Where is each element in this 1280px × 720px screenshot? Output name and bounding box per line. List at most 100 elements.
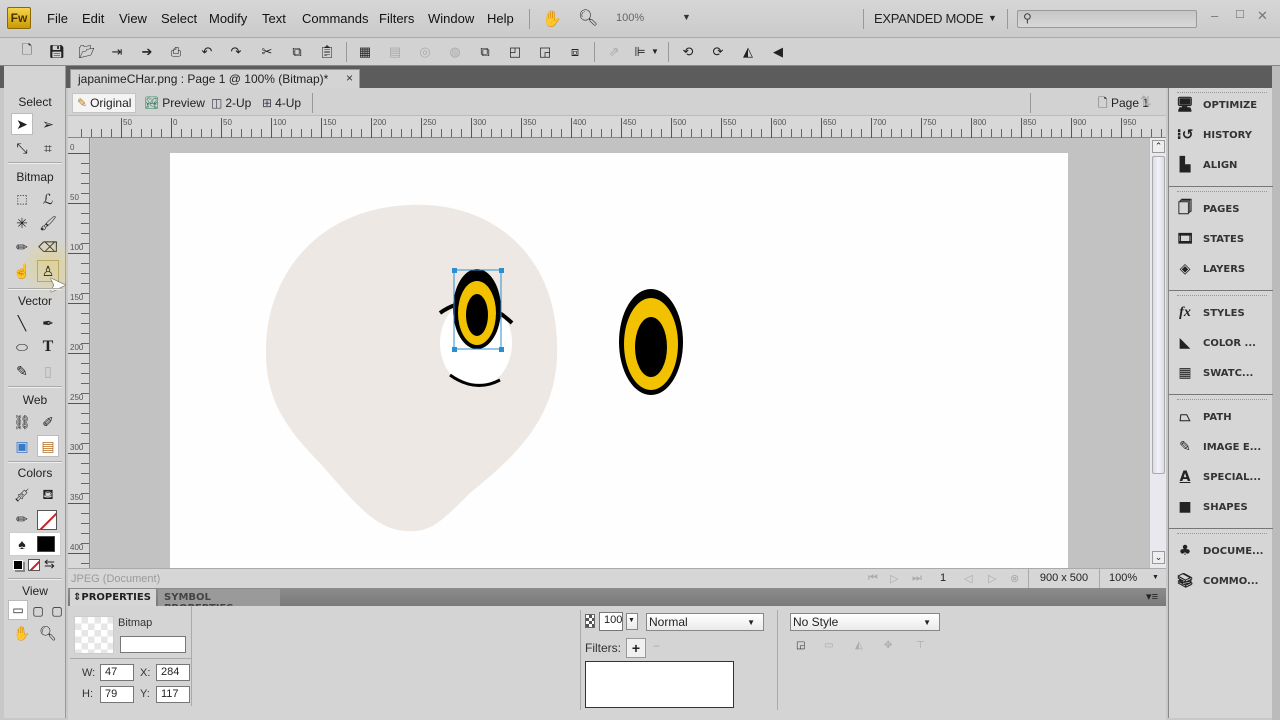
- canvas-size[interactable]: 900 x 500: [1028, 569, 1100, 588]
- scroll-thumb[interactable]: [1152, 156, 1165, 474]
- new-style-icon[interactable]: ◲: [796, 640, 805, 651]
- y-input[interactable]: 117: [156, 686, 190, 703]
- document-canvas[interactable]: [170, 153, 1068, 568]
- hotspot-tool-icon[interactable]: ⛓: [11, 411, 33, 433]
- next-frame-icon[interactable]: ▷: [988, 572, 996, 585]
- open-icon[interactable]: 📂︎: [77, 42, 97, 62]
- tab-original[interactable]: ✎ Original: [72, 93, 137, 113]
- bring-to-front-icon[interactable]: ⧉: [475, 42, 495, 62]
- panel-menu-icon[interactable]: ▾≡: [1146, 590, 1158, 603]
- filters-list[interactable]: [585, 661, 734, 708]
- menu-commands[interactable]: Commands: [302, 11, 368, 26]
- paint-bucket-tool-icon[interactable]: ⛾: [37, 484, 59, 506]
- text-tool-icon[interactable]: T: [37, 336, 59, 358]
- menu-view[interactable]: View: [119, 11, 147, 26]
- scale-tool-icon[interactable]: ⤡: [11, 137, 33, 159]
- menu-edit[interactable]: Edit: [82, 11, 104, 26]
- scroll-up-icon[interactable]: ⌃: [1152, 140, 1165, 153]
- panel-image-editing[interactable]: ✎ IMAGE E...: [1175, 436, 1271, 458]
- flip-horizontal-icon[interactable]: ◭: [738, 42, 758, 62]
- brush-tool-icon[interactable]: 🖌︎: [37, 212, 59, 234]
- menu-text[interactable]: Text: [262, 11, 286, 26]
- vertical-scrollbar[interactable]: ⌃ ⌄: [1149, 138, 1166, 568]
- align-disabled-icon[interactable]: ⇗: [604, 42, 624, 62]
- export-icon[interactable]: ➔: [137, 42, 157, 62]
- previous-frame-icon[interactable]: ◁: [964, 572, 972, 585]
- tab-2up[interactable]: ◫ 2-Up: [207, 93, 255, 113]
- new-icon[interactable]: 🗋: [17, 42, 37, 62]
- copy-icon[interactable]: ⧉: [287, 42, 307, 62]
- play-icon[interactable]: ▷: [890, 572, 898, 585]
- subselection-tool-icon[interactable]: ➢: [37, 113, 59, 135]
- menu-file[interactable]: File: [47, 11, 68, 26]
- show-slices-icon[interactable]: ▤: [37, 435, 59, 457]
- panel-align[interactable]: ▙ ALIGN: [1175, 154, 1271, 176]
- default-colors-icon[interactable]: [13, 560, 23, 570]
- menu-modify[interactable]: Modify: [209, 11, 247, 26]
- hand-tool-icon[interactable]: ✋: [11, 622, 33, 644]
- undo-icon[interactable]: ↶: [197, 42, 217, 62]
- panel-swatches[interactable]: ▦ SWATC...: [1175, 362, 1271, 384]
- cut-icon[interactable]: ✂: [257, 42, 277, 62]
- align-dropdown-icon[interactable]: ▼: [651, 47, 659, 56]
- crop-tool-icon[interactable]: ⌗: [37, 137, 59, 159]
- width-input[interactable]: 47: [100, 664, 134, 681]
- zoom-dropdown[interactable]: 100% ▼: [1104, 569, 1164, 588]
- standard-screen-mode-icon[interactable]: ▭: [8, 600, 28, 620]
- pen-tool-icon[interactable]: ✒: [37, 312, 59, 334]
- panel-shapes[interactable]: ■ SHAPES: [1175, 496, 1271, 518]
- lasso-tool-icon[interactable]: ℒ: [37, 188, 59, 210]
- panel-states[interactable]: 🎞︎ STATES: [1175, 228, 1271, 250]
- maximize-button[interactable]: ☐: [1235, 8, 1245, 21]
- flip-vertical-icon[interactable]: ◀: [768, 42, 788, 62]
- close-button[interactable]: ✕: [1257, 8, 1268, 24]
- panel-optimize[interactable]: 🖥︎ OPTIMIZE: [1175, 94, 1271, 116]
- zoom-tool-icon[interactable]: 🔍︎: [37, 622, 59, 644]
- bring-forward-icon[interactable]: ◰: [505, 42, 525, 62]
- menu-window[interactable]: Window: [428, 11, 474, 26]
- object-name-input[interactable]: [120, 636, 186, 653]
- trash-style-icon[interactable]: ⊤: [916, 640, 925, 651]
- send-to-back-icon[interactable]: ⧈: [565, 42, 585, 62]
- slice-tool-icon[interactable]: ✐: [37, 411, 59, 433]
- save-icon[interactable]: 💾︎: [47, 42, 67, 62]
- zoom-value[interactable]: 100%: [616, 12, 644, 24]
- style-dropdown[interactable]: No Style ▼: [790, 613, 940, 631]
- panel-styles[interactable]: fx STYLES: [1175, 302, 1271, 324]
- blur-tool-icon[interactable]: ☝: [11, 260, 33, 282]
- break-style-icon[interactable]: ◭: [855, 640, 863, 651]
- freeform-tool-icon[interactable]: ✎: [11, 360, 33, 382]
- join-icon[interactable]: ◎: [415, 42, 435, 62]
- fill-color-icon[interactable]: ♠: [11, 533, 33, 555]
- align-icon[interactable]: ⊫: [630, 42, 650, 62]
- search-input[interactable]: ⚲: [1017, 10, 1197, 28]
- opacity-input[interactable]: 100: [599, 612, 623, 631]
- pointer-tool-icon[interactable]: ➤: [11, 113, 33, 135]
- redefine-style-icon[interactable]: ▭: [824, 640, 833, 651]
- fill-color-swatch[interactable]: [37, 536, 55, 552]
- hide-slices-icon[interactable]: ▣: [11, 435, 33, 457]
- panel-layers[interactable]: ◈ LAYERS: [1175, 258, 1271, 280]
- panel-document-library[interactable]: ♣ DOCUME...: [1175, 540, 1271, 562]
- menu-help[interactable]: Help: [487, 11, 514, 26]
- stroke-color-swatch[interactable]: [37, 510, 57, 530]
- stop-icon[interactable]: ⊗: [1010, 572, 1019, 585]
- menu-select[interactable]: Select: [161, 11, 197, 26]
- x-input[interactable]: 284: [156, 664, 190, 681]
- blend-mode-dropdown[interactable]: Normal ▼: [646, 613, 764, 631]
- stroke-color-icon[interactable]: ✏: [11, 508, 33, 530]
- tab-4up[interactable]: ⊞ 4-Up: [258, 93, 305, 113]
- rotate-cw-icon[interactable]: ⟳: [708, 42, 728, 62]
- last-frame-icon[interactable]: ⏭: [912, 572, 922, 585]
- send-backward-icon[interactable]: ◲: [535, 42, 555, 62]
- swap-colors-icon[interactable]: ⇆: [44, 556, 55, 572]
- rotate-ccw-icon[interactable]: ⟲: [678, 42, 698, 62]
- scroll-down-icon[interactable]: ⌄: [1152, 551, 1165, 564]
- marquee-tool-icon[interactable]: ⬚: [11, 188, 33, 210]
- line-tool-icon[interactable]: ╲: [11, 312, 33, 334]
- workspace-mode-dropdown[interactable]: EXPANDED MODE: [874, 11, 984, 26]
- panel-path[interactable]: ⏢ PATH: [1175, 406, 1271, 428]
- redo-icon[interactable]: ↷: [226, 42, 246, 62]
- group-icon[interactable]: ▦: [355, 42, 375, 62]
- panel-special-characters[interactable]: A SPECIAL...: [1175, 466, 1271, 488]
